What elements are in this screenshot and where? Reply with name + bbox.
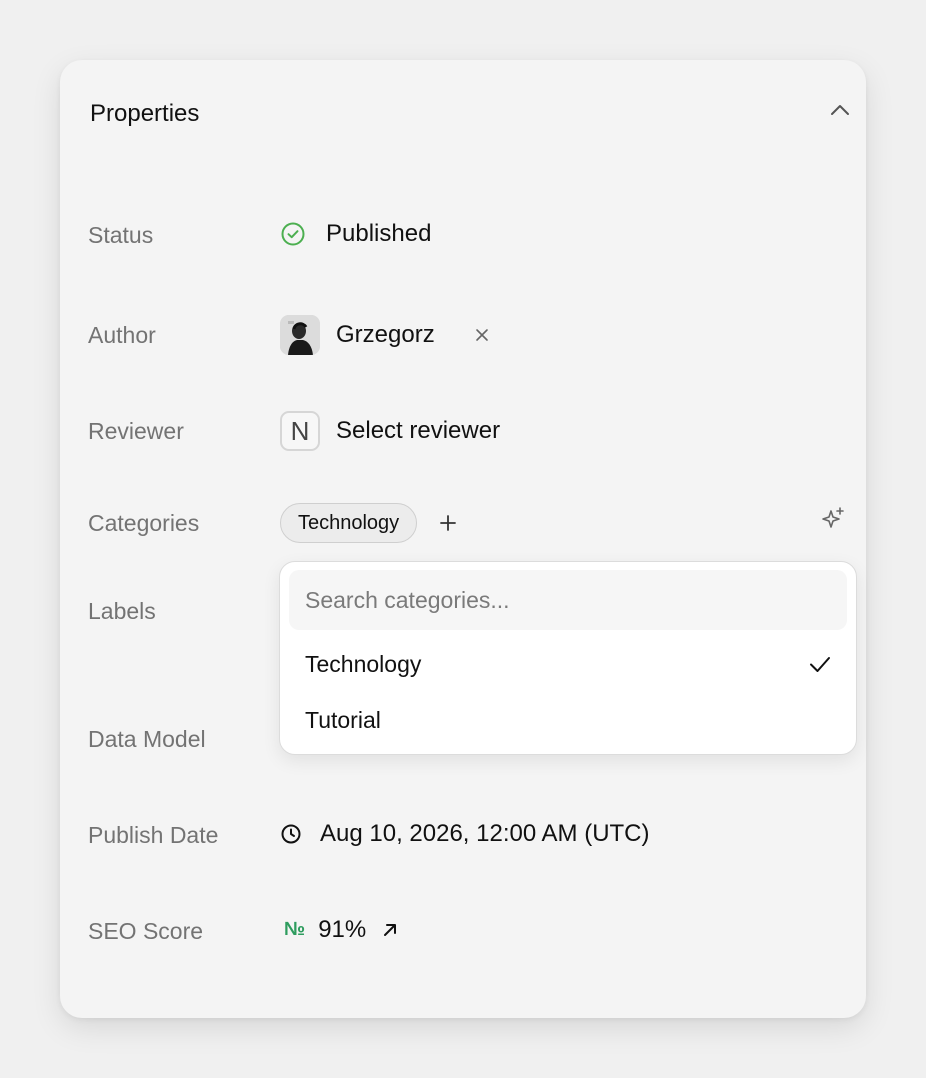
- publish-date-label: Publish Date: [88, 822, 219, 848]
- category-option-label: Tutorial: [305, 706, 381, 733]
- reviewer-placeholder-text: Select reviewer: [336, 417, 501, 444]
- properties-panel: Properties Status Published Author Grzeg…: [60, 60, 866, 1018]
- author-value[interactable]: Grzegorz: [280, 315, 493, 355]
- publish-date-value[interactable]: Aug 10, 2026, 12:00 AM (UTC): [280, 820, 650, 848]
- clock-icon: [281, 824, 301, 844]
- collapse-button[interactable]: [826, 96, 854, 124]
- ai-suggest-button[interactable]: [818, 504, 848, 534]
- seo-score-label: SEO Score: [88, 918, 204, 944]
- author-label: Author: [88, 322, 156, 348]
- categories-label: Categories: [88, 510, 200, 536]
- category-option-technology[interactable]: Technology: [280, 638, 856, 690]
- add-category-button[interactable]: [435, 510, 461, 536]
- category-option-label: Technology: [305, 650, 422, 677]
- category-option-tutorial[interactable]: Tutorial: [280, 694, 856, 746]
- sparkle-icon: [822, 507, 844, 528]
- author-name: Grzegorz: [336, 321, 435, 348]
- status-text: Published: [326, 220, 432, 247]
- publish-date-text: Aug 10, 2026, 12:00 AM (UTC): [320, 820, 650, 847]
- checkmark-icon: [810, 657, 830, 672]
- categories-value: Technology: [280, 503, 461, 543]
- arrow-up-right-icon[interactable]: [380, 920, 400, 940]
- status-label: Status: [88, 222, 154, 248]
- panel-title: Properties: [90, 100, 200, 127]
- category-chip[interactable]: Technology: [280, 503, 418, 543]
- labels-label: Labels: [88, 598, 156, 624]
- seo-number-sign: №: [284, 919, 306, 940]
- check-circle-icon: [281, 222, 305, 246]
- category-search-input[interactable]: [289, 570, 847, 630]
- reviewer-label: Reviewer: [88, 418, 184, 444]
- reviewer-placeholder-badge: N: [280, 411, 320, 451]
- category-dropdown: Technology Tutorial: [279, 561, 857, 755]
- status-value[interactable]: Published: [280, 220, 431, 248]
- seo-score-value: № 91%: [284, 916, 400, 944]
- chevron-up-icon: [831, 105, 849, 115]
- close-icon: [475, 329, 488, 341]
- plus-icon: [440, 515, 457, 531]
- avatar: [280, 315, 320, 355]
- remove-author-button[interactable]: [471, 324, 493, 346]
- seo-score-text: 91%: [318, 916, 367, 943]
- data-model-label: Data Model: [88, 726, 206, 752]
- reviewer-select[interactable]: N Select reviewer: [280, 411, 500, 451]
